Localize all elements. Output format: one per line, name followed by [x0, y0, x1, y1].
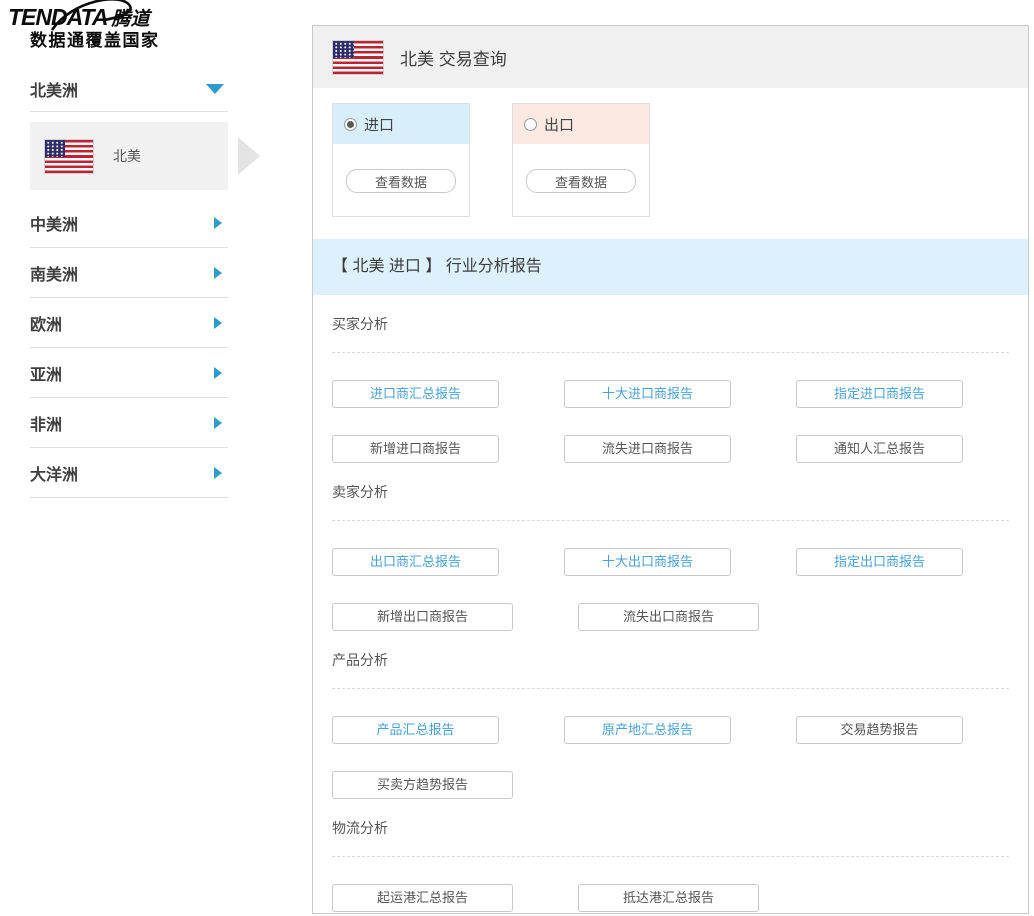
divider — [332, 688, 1009, 689]
report-button[interactable]: 流失出口商报告 — [578, 603, 759, 631]
divider — [332, 520, 1009, 521]
section-title-seller-analysis: 卖家分析 — [332, 482, 1028, 502]
export-label: 出口 — [544, 114, 574, 135]
report-button[interactable]: 进口商汇总报告 — [332, 380, 499, 408]
sidebar-item-oceania[interactable]: 大洋洲 — [30, 448, 228, 498]
sidebar-item-north-america[interactable]: 北美洲 — [30, 66, 228, 112]
us-flag-icon — [333, 41, 383, 74]
sidebar-item-label: 亚洲 — [30, 361, 62, 385]
report-button[interactable]: 抵达港汇总报告 — [578, 884, 759, 912]
report-banner: 【 北美 进口 】 行业分析报告 — [313, 239, 1028, 295]
sidebar-item-europe[interactable]: 欧洲 — [30, 298, 228, 348]
report-button[interactable]: 买卖方趋势报告 — [332, 771, 513, 799]
page-title: 北美 交易查询 — [400, 45, 507, 70]
sidebar-item-south-america[interactable]: 南美洲 — [30, 248, 228, 298]
import-radio[interactable] — [344, 118, 357, 131]
divider — [332, 856, 1009, 857]
sidebar-country-north-america[interactable]: 北美 — [30, 122, 228, 190]
import-label: 进口 — [364, 114, 394, 135]
sidebar-item-central-america[interactable]: 中美洲 — [30, 198, 228, 248]
chevron-right-icon — [214, 267, 222, 279]
chevron-right-icon — [214, 417, 222, 429]
chevron-right-icon — [214, 467, 222, 479]
sidebar-item-label: 中美洲 — [30, 211, 78, 235]
panel-header: 北美 交易查询 — [313, 26, 1028, 88]
export-option-card: 出口 查看数据 — [512, 103, 650, 217]
sidebar-item-label: 北美洲 — [30, 77, 78, 101]
sidebar-item-label: 大洋洲 — [30, 461, 78, 485]
chevron-right-icon — [214, 367, 222, 379]
chevron-down-icon — [206, 84, 224, 94]
export-option-header[interactable]: 出口 — [513, 104, 649, 144]
chevron-right-icon — [214, 217, 222, 229]
country-label: 北美 — [113, 146, 141, 166]
report-button[interactable]: 指定出口商报告 — [796, 548, 963, 576]
sidebar-item-label: 欧洲 — [30, 311, 62, 335]
logo-swoosh-icon — [44, 0, 154, 32]
report-button[interactable]: 新增出口商报告 — [332, 603, 513, 631]
trade-direction-options: 进口 查看数据 出口 查看数据 — [332, 103, 1028, 217]
report-button[interactable]: 指定进口商报告 — [796, 380, 963, 408]
section-title-product-analysis: 产品分析 — [332, 650, 1028, 670]
us-flag-icon — [45, 140, 93, 173]
sidebar-item-label: 非洲 — [30, 411, 62, 435]
report-button[interactable]: 产品汇总报告 — [332, 716, 499, 744]
import-option-header[interactable]: 进口 — [333, 104, 469, 144]
divider — [332, 352, 1009, 353]
sidebar-item-asia[interactable]: 亚洲 — [30, 348, 228, 398]
report-button[interactable]: 十大出口商报告 — [564, 548, 731, 576]
report-button[interactable]: 十大进口商报告 — [564, 380, 731, 408]
report-button[interactable]: 原产地汇总报告 — [564, 716, 731, 744]
report-button[interactable]: 新增进口商报告 — [332, 435, 499, 463]
report-button[interactable]: 流失进口商报告 — [564, 435, 731, 463]
sidebar-item-africa[interactable]: 非洲 — [30, 398, 228, 448]
section-title-buyer-analysis: 买家分析 — [332, 314, 1028, 334]
report-button[interactable]: 通知人汇总报告 — [796, 435, 963, 463]
export-view-data-button[interactable]: 查看数据 — [526, 169, 636, 193]
import-option-card: 进口 查看数据 — [332, 103, 470, 217]
trade-query-panel: 北美 交易查询 进口 查看数据 出口 查看数据 【 北美 进口 】 行业分析报告… — [312, 25, 1029, 914]
continent-sidebar: 北美洲 北美 中美洲 南美洲 欧洲 亚洲 非洲 大洋洲 — [30, 66, 228, 498]
report-button[interactable]: 出口商汇总报告 — [332, 548, 499, 576]
sidebar-item-label: 南美洲 — [30, 261, 78, 285]
chevron-right-icon — [214, 317, 222, 329]
import-view-data-button[interactable]: 查看数据 — [346, 169, 456, 193]
report-button[interactable]: 起运港汇总报告 — [332, 884, 513, 912]
export-radio[interactable] — [524, 118, 537, 131]
brand-logo: TENDATA腾道 数据通覆盖国家 — [8, 4, 208, 51]
report-button[interactable]: 交易趋势报告 — [796, 716, 963, 744]
selected-pointer-icon — [238, 137, 260, 175]
section-title-logistics-analysis: 物流分析 — [332, 818, 1028, 838]
